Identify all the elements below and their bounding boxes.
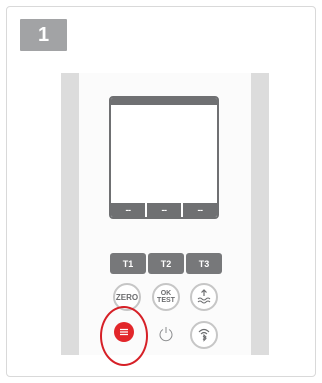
waves-button[interactable]: [190, 283, 218, 311]
bluetooth-remote-button[interactable]: [190, 321, 218, 349]
step-number-badge: 1: [20, 19, 67, 51]
softkey-1[interactable]: --: [111, 203, 145, 217]
display-status-bar: [111, 98, 217, 105]
t1-button[interactable]: T1: [110, 253, 146, 274]
t3-button[interactable]: T3: [186, 253, 222, 274]
ok-test-label: OK TEST: [157, 290, 175, 304]
t2-button[interactable]: T2: [148, 253, 184, 274]
waves-up-icon: [197, 289, 211, 304]
softkey-3[interactable]: --: [183, 203, 217, 217]
menu-button-highlight-ring: [100, 306, 148, 366]
device-display: -- -- --: [109, 96, 219, 219]
ok-test-button[interactable]: OK TEST: [152, 283, 180, 311]
test-label: TEST: [157, 297, 175, 304]
zero-button-label: ZERO: [115, 292, 139, 302]
display-softkey-row: -- -- --: [111, 203, 217, 217]
ok-label: OK: [160, 290, 172, 297]
bluetooth-remote-icon: [198, 328, 210, 342]
power-icon[interactable]: [158, 326, 174, 342]
softkey-2[interactable]: --: [147, 203, 181, 217]
